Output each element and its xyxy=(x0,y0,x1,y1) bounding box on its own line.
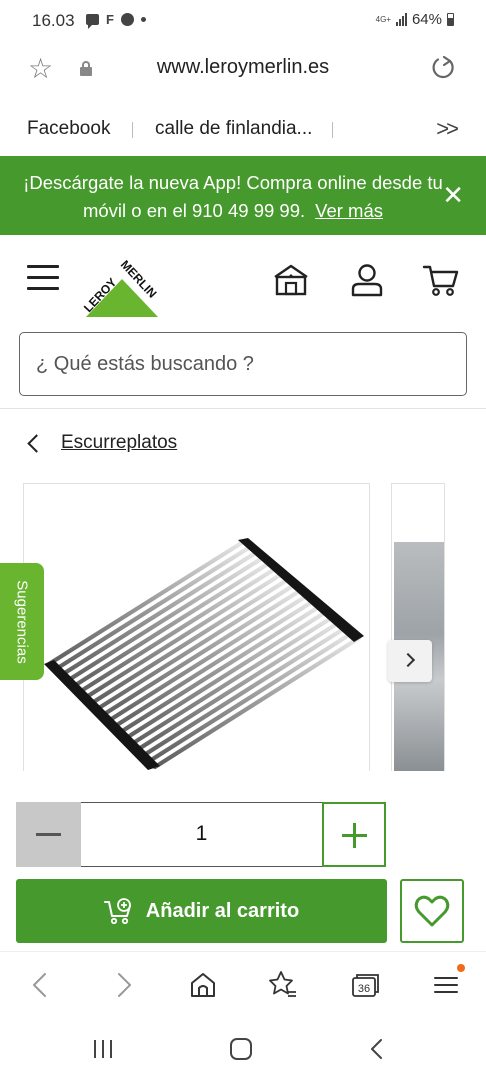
gallery-next-button[interactable] xyxy=(388,640,432,682)
signal-icon xyxy=(395,13,407,26)
network-type: 4G+ xyxy=(375,14,391,24)
reload-icon[interactable] xyxy=(430,55,456,81)
product-image-main[interactable] xyxy=(23,483,370,771)
rack-rod xyxy=(99,587,304,718)
quantity-stepper: 1 xyxy=(16,802,386,867)
breadcrumb[interactable]: Escurreplatos xyxy=(26,432,177,454)
system-nav-bar xyxy=(0,1017,486,1080)
tab-count: 36 xyxy=(358,983,370,995)
system-home-icon[interactable] xyxy=(228,1037,254,1061)
forward-arrow-icon[interactable] xyxy=(108,970,138,1000)
add-cart-icon xyxy=(103,898,131,925)
increase-quantity-button[interactable] xyxy=(322,802,386,867)
rack-rod xyxy=(117,603,323,735)
rack-rod xyxy=(105,593,310,724)
decrease-quantity-button[interactable] xyxy=(16,802,81,867)
bookmarks-more-icon[interactable]: >> xyxy=(436,116,459,142)
status-time: 16.03 xyxy=(32,11,75,30)
promo-link[interactable]: Ver más xyxy=(315,200,383,221)
chevron-left-icon[interactable] xyxy=(27,433,46,453)
more-notif-dot-icon xyxy=(140,17,146,22)
site-header: LEROY MERLIN xyxy=(0,235,486,319)
rack-rod xyxy=(88,577,291,707)
home-icon[interactable] xyxy=(188,970,218,1000)
rack-rod xyxy=(94,582,297,712)
tabs-icon[interactable]: 36 xyxy=(350,970,380,1000)
status-notifications: F xyxy=(86,12,146,29)
bookmarks-bar: Facebook calle de finlandia... >> xyxy=(0,108,486,150)
product-image-second[interactable] xyxy=(391,483,445,771)
search-input[interactable] xyxy=(20,333,466,395)
search-box xyxy=(19,332,467,396)
suggestions-label: Sugerencias xyxy=(13,579,31,664)
status-system: 4G+ 64% xyxy=(376,11,454,28)
app-notif-icon xyxy=(120,13,134,26)
account-icon[interactable] xyxy=(348,261,386,299)
recent-apps-icon[interactable] xyxy=(90,1037,116,1061)
suggestions-tab[interactable]: Sugerencias xyxy=(0,563,44,680)
leroy-merlin-logo[interactable]: LEROY MERLIN xyxy=(76,249,168,321)
status-bar: 16.03 F 4G+ 64% xyxy=(0,0,486,42)
cart-icon[interactable] xyxy=(422,261,460,299)
heart-icon xyxy=(414,895,450,927)
facebook-notif-icon: F xyxy=(106,12,114,27)
browser-bottom-nav: 36 xyxy=(0,951,486,1017)
rack-rod xyxy=(123,609,329,741)
menu-icon[interactable] xyxy=(27,265,59,291)
menu-notification-dot xyxy=(457,964,465,972)
battery-level: 64% xyxy=(411,11,442,28)
rack-rod xyxy=(111,598,316,730)
add-to-cart-label: Añadir al carrito xyxy=(145,899,300,922)
store-icon[interactable] xyxy=(272,261,310,299)
bookmark-separator xyxy=(332,122,333,138)
bookmark-facebook[interactable]: Facebook xyxy=(27,118,110,140)
quantity-value[interactable]: 1 xyxy=(81,802,322,867)
back-arrow-icon[interactable] xyxy=(26,970,56,1000)
browser-url-bar: ☆ www.leroymerlin.es xyxy=(0,42,486,98)
header-divider xyxy=(0,408,486,409)
add-to-cart-button[interactable]: Añadir al carrito xyxy=(16,879,387,943)
url-text[interactable]: www.leroymerlin.es xyxy=(0,56,486,79)
battery-icon xyxy=(447,13,454,26)
dish-rack-image xyxy=(44,538,364,770)
message-icon xyxy=(86,14,99,29)
bookmarks-icon[interactable] xyxy=(268,970,298,1000)
app-promo-banner: ¡Descárgate la nueva App! Compra online … xyxy=(0,156,486,235)
favorite-button[interactable] xyxy=(400,879,464,943)
breadcrumb-link[interactable]: Escurreplatos xyxy=(61,432,177,454)
bookmark-separator xyxy=(132,122,133,138)
close-icon[interactable]: ✕ xyxy=(442,182,464,208)
system-back-icon[interactable] xyxy=(364,1037,390,1061)
chevron-right-icon xyxy=(400,652,416,668)
bookmark-finlandia[interactable]: calle de finlandia... xyxy=(155,118,312,140)
browser-menu-icon[interactable] xyxy=(431,970,461,1000)
promo-text-block: ¡Descárgate la nueva App! Compra online … xyxy=(18,169,448,225)
